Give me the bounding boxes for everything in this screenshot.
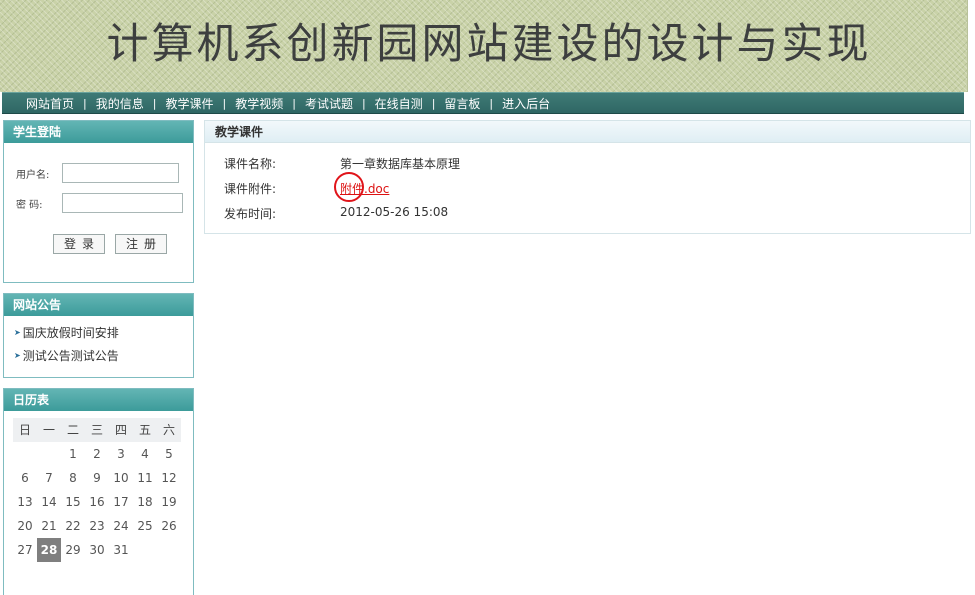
calendar-day[interactable]: 4 (133, 442, 157, 466)
nav-exams[interactable]: 考试试题 (305, 95, 353, 112)
password-label: 密 码: (16, 199, 43, 211)
calendar-empty-cell (13, 442, 37, 466)
calendar-weekday: 二 (61, 418, 85, 442)
notice-list: ➤ 国庆放假时间安排 ➤ 测试公告测试公告 (4, 316, 193, 367)
nav-self-test[interactable]: 在线自测 (375, 95, 423, 112)
calendar-weekday: 一 (37, 418, 61, 442)
calendar-day[interactable]: 22 (61, 514, 85, 538)
nav-home[interactable]: 网站首页 (26, 95, 74, 112)
calendar-day[interactable]: 12 (157, 466, 181, 490)
calendar-day[interactable]: 23 (85, 514, 109, 538)
calendar-day[interactable]: 18 (133, 490, 157, 514)
publish-date-row: 发布时间: 2012-05-26 15:08 (224, 205, 448, 222)
calendar-day[interactable]: 3 (109, 442, 133, 466)
nav-admin[interactable]: 进入后台 (502, 95, 550, 112)
nav-videos[interactable]: 教学视频 (235, 95, 283, 112)
calendar-empty-cell (157, 538, 181, 562)
login-panel-title: 学生登陆 (4, 121, 193, 143)
calendar-weekday: 四 (109, 418, 133, 442)
calendar-weekday: 六 (157, 418, 181, 442)
calendar-day[interactable]: 9 (85, 466, 109, 490)
top-nav: 网站首页 | 我的信息 | 教学课件 | 教学视频 | 考试试题 | 在线自测 … (2, 92, 964, 114)
highlight-circle-icon (334, 172, 364, 202)
header-banner: 计算机系创新园网站建设的设计与实现 (0, 0, 968, 92)
site-title: 计算机系创新园网站建设的设计与实现 (106, 19, 872, 68)
publish-date-value: 2012-05-26 15:08 (340, 205, 449, 219)
calendar-weekday: 三 (85, 418, 109, 442)
login-panel: 学生登陆 用户名: 密 码: 登录 注册 (3, 120, 194, 283)
nav-separator: | (489, 96, 494, 110)
calendar-weekday: 五 (133, 418, 157, 442)
username-input[interactable] (62, 163, 179, 183)
calendar-day[interactable]: 25 (133, 514, 157, 538)
calendar-day[interactable]: 15 (61, 490, 85, 514)
calendar-day-today[interactable]: 28 (37, 538, 61, 562)
bullet-arrow-icon: ➤ (14, 328, 21, 337)
calendar-day[interactable]: 14 (37, 490, 61, 514)
nav-separator: | (431, 96, 436, 110)
calendar-day[interactable]: 17 (109, 490, 133, 514)
calendar-day[interactable]: 5 (157, 442, 181, 466)
nav-separator: | (222, 96, 227, 110)
attachment-row: 课件附件: 附件.doc (224, 172, 389, 202)
calendar-day[interactable]: 21 (37, 514, 61, 538)
calendar-panel: 日历表 日一二三四五六 1 2 3 4 5 6 7 8 9 10 11 12 13 14 15 16 17 18 19… (3, 388, 194, 595)
nav-separator: | (361, 96, 366, 110)
nav-guestbook[interactable]: 留言板 (444, 95, 480, 112)
nav-my-info[interactable]: 我的信息 (96, 95, 144, 112)
calendar-day[interactable]: 1 (61, 442, 85, 466)
calendar-day[interactable]: 29 (61, 538, 85, 562)
calendar-day[interactable]: 10 (109, 466, 133, 490)
nav-separator: | (83, 96, 87, 110)
password-row: 密 码: (16, 193, 183, 213)
username-label: 用户名: (16, 169, 50, 181)
notice-panel: 网站公告 ➤ 国庆放假时间安排 ➤ 测试公告测试公告 (3, 293, 194, 378)
calendar-day[interactable]: 26 (157, 514, 181, 538)
password-input[interactable] (62, 193, 183, 213)
course-name-label: 课件名称: (224, 157, 277, 171)
attachment-label: 课件附件: (224, 182, 277, 196)
calendar-day[interactable]: 13 (13, 490, 37, 514)
calendar-day[interactable]: 31 (109, 538, 133, 562)
notice-item[interactable]: ➤ 国庆放假时间安排 (14, 321, 193, 344)
course-name-value: 第一章数据库基本原理 (340, 157, 461, 171)
notice-item[interactable]: ➤ 测试公告测试公告 (14, 344, 193, 367)
calendar-panel-title: 日历表 (4, 389, 193, 411)
calendar-day[interactable]: 20 (13, 514, 37, 538)
calendar-day[interactable]: 6 (13, 466, 37, 490)
calendar-grid: 日一二三四五六 1 2 3 4 5 6 7 8 9 10 11 12 13 14 15 16 17 18 19 20 21… (13, 418, 181, 562)
calendar-empty-cell (133, 538, 157, 562)
bullet-arrow-icon: ➤ (14, 351, 21, 360)
calendar-weekday: 日 (13, 418, 37, 442)
calendar-day[interactable]: 8 (61, 466, 85, 490)
nav-separator: | (152, 96, 157, 110)
calendar-day[interactable]: 2 (85, 442, 109, 466)
courseware-detail-panel: 教学课件 课件名称: 第一章数据库基本原理 课件附件: 附件.doc 发布时间:… (204, 120, 971, 234)
publish-date-label: 发布时间: (224, 207, 277, 221)
notice-panel-title: 网站公告 (4, 294, 193, 316)
notice-item-label: 测试公告测试公告 (22, 349, 119, 363)
calendar-empty-cell (37, 442, 61, 466)
nav-separator: | (292, 96, 296, 110)
calendar-day[interactable]: 16 (85, 490, 109, 514)
calendar-day[interactable]: 11 (133, 466, 157, 490)
courseware-panel-title: 教学课件 (205, 121, 970, 143)
login-button[interactable]: 登录 (53, 234, 105, 254)
attachment-link[interactable]: 附件.doc (334, 172, 389, 202)
course-name-row: 课件名称: 第一章数据库基本原理 (224, 155, 460, 172)
nav-courseware[interactable]: 教学课件 (165, 95, 213, 112)
username-row: 用户名: (16, 163, 179, 183)
calendar-day[interactable]: 19 (157, 490, 181, 514)
calendar-day[interactable]: 24 (109, 514, 133, 538)
calendar-day[interactable]: 30 (85, 538, 109, 562)
calendar-day[interactable]: 27 (13, 538, 37, 562)
register-button[interactable]: 注册 (115, 234, 167, 254)
notice-item-label: 国庆放假时间安排 (22, 326, 119, 340)
calendar-day[interactable]: 7 (37, 466, 61, 490)
